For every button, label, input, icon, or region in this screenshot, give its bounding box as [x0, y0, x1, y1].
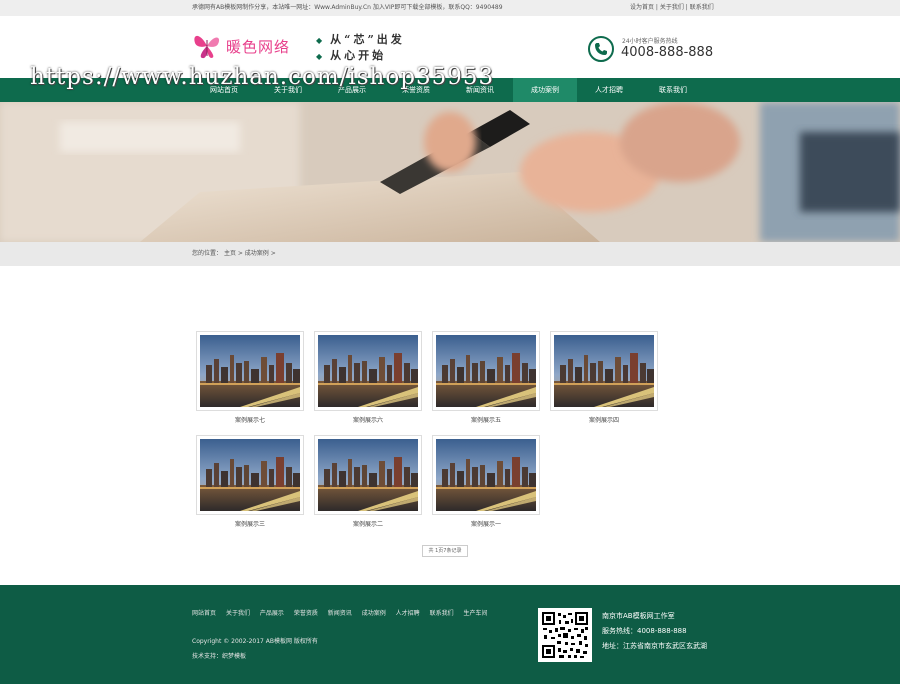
nav-item-jobs[interactable]: 人才招聘	[577, 78, 641, 102]
breadcrumb-home[interactable]: 主页	[224, 250, 236, 257]
logo-text: 暖色网络	[226, 38, 291, 56]
phone-icon	[588, 36, 614, 62]
service-hotline: 服务热线：4008-888-888	[602, 627, 687, 635]
footer: 网站首页 关于我们 产品展示 荣誉资质 新闻资讯 成功案例 人才招聘 联系我们 …	[0, 585, 900, 684]
slogan-line-2: 从心开始	[330, 49, 387, 62]
hotline-number: 4008-888-888	[621, 45, 714, 60]
city-image	[436, 335, 536, 407]
case-title[interactable]: 案例展示一	[432, 519, 540, 528]
contact-us-link[interactable]: 联系我们	[690, 0, 714, 16]
copyright: Copyright © 2002-2017 AB模板网 版权所有	[192, 638, 318, 645]
city-image	[436, 439, 536, 511]
site-notice: 承德网有AB模板网制作分享，本站唯一网址：Www.AdminBuy.Cn 加入V…	[192, 4, 503, 11]
diamond-icon: ◆	[316, 35, 323, 45]
footer-link-cases[interactable]: 成功案例	[362, 610, 386, 617]
city-image	[318, 335, 418, 407]
company-address: 地址：江苏省南京市玄武区玄武湖	[602, 642, 707, 650]
case-title[interactable]: 案例展示七	[196, 415, 304, 424]
case-thumbnail[interactable]	[196, 331, 304, 411]
footer-link-home[interactable]: 网站首页	[192, 610, 216, 617]
set-homepage-link[interactable]: 设为首页	[630, 0, 654, 16]
butterfly-logo-icon	[194, 35, 220, 59]
top-links: 设为首页 | 关于我们 | 联系我们	[630, 0, 714, 16]
case-thumbnail[interactable]	[432, 331, 540, 411]
city-image	[554, 335, 654, 407]
case-thumbnail[interactable]	[314, 331, 422, 411]
banner-image	[0, 102, 900, 242]
case-title[interactable]: 案例展示四	[550, 415, 658, 424]
slogan-line-1: 从“芯”出发	[330, 33, 405, 46]
top-bar: 承德网有AB模板网制作分享，本站唯一网址：Www.AdminBuy.Cn 加入V…	[0, 0, 900, 16]
breadcrumb-label: 您的位置：	[192, 250, 223, 257]
city-image	[318, 439, 418, 511]
case-thumbnail[interactable]	[432, 435, 540, 515]
case-title[interactable]: 案例展示三	[196, 519, 304, 528]
city-image	[200, 335, 300, 407]
watermark-text: https://www.huzhan.com/ishop35953	[30, 64, 495, 90]
footer-nav: 网站首页 关于我们 产品展示 荣誉资质 新闻资讯 成功案例 人才招聘 联系我们 …	[192, 609, 497, 619]
qr-code-icon	[538, 608, 592, 662]
case-thumbnail[interactable]	[314, 435, 422, 515]
footer-link-products[interactable]: 产品展示	[260, 610, 284, 617]
slogan: ◆ 从“芯”出发 ◆ 从心开始	[316, 32, 405, 64]
hotline-block: 24小时客户服务热线 4008-888-888	[588, 34, 718, 64]
city-image	[200, 439, 300, 511]
footer-contact-info: 南京市AB模板网工作室 服务热线：4008-888-888 地址：江苏省南京市玄…	[602, 609, 712, 654]
footer-link-contact[interactable]: 联系我们	[430, 610, 454, 617]
diamond-icon: ◆	[316, 51, 323, 61]
breadcrumb-current[interactable]: 成功案例	[245, 250, 269, 257]
footer-link-honors[interactable]: 荣誉资质	[294, 610, 318, 617]
site-logo[interactable]: 暖色网络	[192, 30, 308, 64]
breadcrumb: 您的位置： 主页 > 成功案例 >	[0, 242, 900, 266]
nav-item-contact[interactable]: 联系我们	[641, 78, 705, 102]
about-us-link[interactable]: 关于我们	[660, 0, 684, 16]
footer-link-jobs[interactable]: 人才招聘	[396, 610, 420, 617]
case-title[interactable]: 案例展示五	[432, 415, 540, 424]
tech-support: 技术支持：织梦模板	[192, 653, 247, 660]
pagination: 共 1页7条记录	[422, 545, 468, 557]
hotline-caption: 24小时客户服务热线	[622, 38, 678, 45]
nav-item-cases[interactable]: 成功案例	[513, 78, 577, 102]
case-thumbnail[interactable]	[550, 331, 658, 411]
case-title[interactable]: 案例展示六	[314, 415, 422, 424]
company-name: 南京市AB模板网工作室	[602, 612, 675, 620]
footer-link-workshop[interactable]: 生产车间	[464, 610, 488, 617]
case-title[interactable]: 案例展示二	[314, 519, 422, 528]
hero-banner	[0, 102, 900, 242]
footer-link-about[interactable]: 关于我们	[226, 610, 250, 617]
footer-link-news[interactable]: 新闻资讯	[328, 610, 352, 617]
case-thumbnail[interactable]	[196, 435, 304, 515]
